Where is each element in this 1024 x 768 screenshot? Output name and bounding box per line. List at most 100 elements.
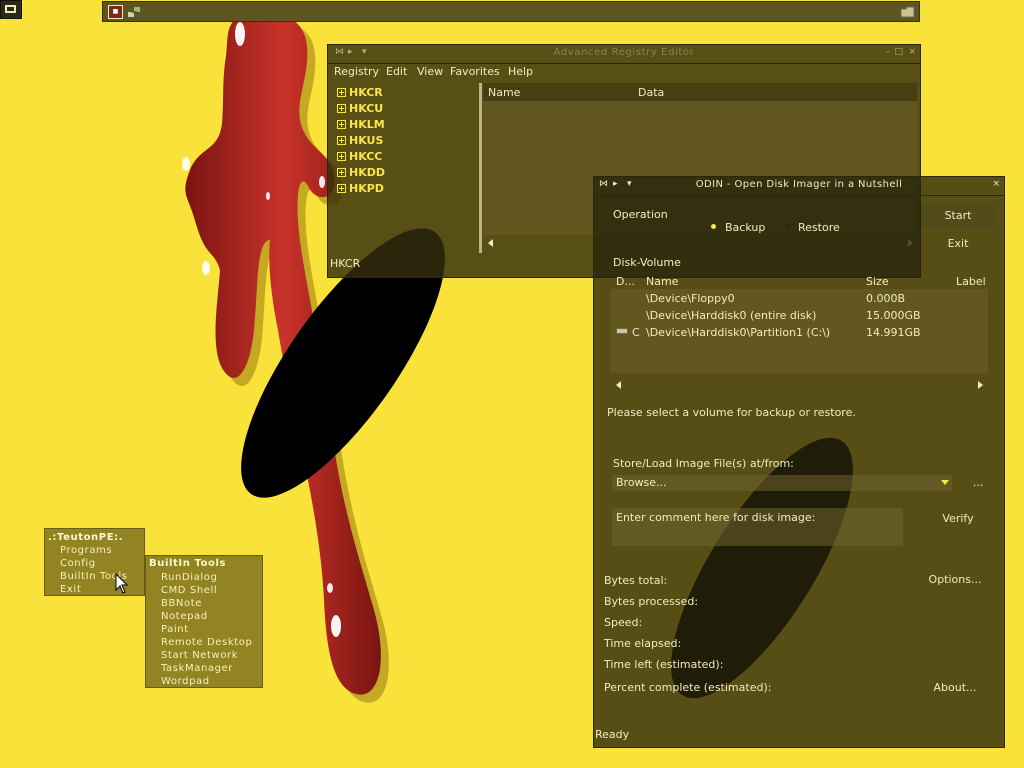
image-file-value: Browse...	[616, 476, 667, 489]
expand-icon[interactable]	[337, 152, 346, 161]
column-drive-header[interactable]: D...	[616, 275, 635, 288]
volume-size: 15.000GB	[866, 309, 921, 322]
expand-icon[interactable]	[337, 120, 346, 129]
menu-edit[interactable]: Edit	[386, 65, 407, 78]
registry-titlebar[interactable]: ⋈ ▸ ▾ Advanced Registry Editor – □ ×	[328, 45, 920, 64]
submenu-item-bbnote[interactable]: BBNote	[161, 598, 202, 609]
tree-item-hkdd[interactable]: HKDD	[337, 166, 385, 179]
submenu-item-taskmanager[interactable]: TaskManager	[161, 663, 233, 674]
scroll-left-icon[interactable]	[616, 381, 621, 389]
volume-list: D... Name Size Label \Device\Floppy0 0.0…	[610, 273, 988, 377]
folder-tray-icon[interactable]	[900, 5, 915, 19]
status-bar: Ready	[594, 725, 1004, 747]
menu-item-builtin-tools[interactable]: BuiltIn Tools	[60, 571, 142, 582]
restore-label: Restore	[798, 221, 840, 234]
scroll-right-icon[interactable]	[978, 381, 983, 389]
menu-favorites[interactable]: Favorites	[450, 65, 500, 78]
about-button[interactable]: About...	[915, 679, 995, 697]
start-button[interactable]: Start	[921, 205, 995, 227]
menu-registry[interactable]: Registry	[334, 65, 379, 78]
menu-help[interactable]: Help	[508, 65, 533, 78]
menu-view[interactable]: View	[417, 65, 443, 78]
window-title: ODIN - Open Disk Imager in a Nutshell	[695, 179, 903, 190]
radio-selected-icon	[711, 224, 716, 229]
column-label-header[interactable]: Label	[956, 275, 986, 288]
splitter[interactable]	[479, 83, 482, 253]
network-icon[interactable]	[127, 5, 142, 19]
minimize-icon[interactable]: –	[886, 47, 891, 57]
expand-icon[interactable]	[337, 104, 346, 113]
start-menu: .:TeutonPE:. Programs Config BuiltIn Too…	[44, 528, 145, 596]
tree-item-hkcu[interactable]: HKCU	[337, 102, 383, 115]
builtin-tools-submenu: BuiltIn Tools RunDialog CMD Shell BBNote…	[145, 555, 263, 688]
store-location-label: Store/Load Image File(s) at/from:	[613, 457, 794, 470]
submenu-item-notepad[interactable]: Notepad	[161, 611, 208, 622]
table-row[interactable]: \Device\Floppy0 0.000B	[610, 290, 988, 306]
odin-app-icon[interactable]: ■	[108, 5, 123, 19]
browse-dots-button[interactable]: ...	[966, 475, 990, 491]
odin-titlebar[interactable]: ⋈ ▸ ▾ ODIN - Open Disk Imager in a Nutsh…	[594, 177, 1004, 196]
volume-rows: \Device\Floppy0 0.000B \Device\Harddisk0…	[610, 289, 988, 373]
submenu-item-remote-desktop[interactable]: Remote Desktop	[161, 637, 252, 648]
bytes-processed-label: Bytes processed:	[604, 595, 699, 608]
menu-item-programs[interactable]: Programs	[60, 545, 112, 556]
tree-item-hkus[interactable]: HKUS	[337, 134, 383, 147]
radio-empty-icon	[785, 223, 792, 230]
comment-placeholder: Enter comment here for disk image:	[616, 511, 816, 524]
registry-status: HKCR	[330, 257, 361, 270]
start-menu-header: .:TeutonPE:.	[48, 532, 124, 543]
select-volume-prompt: Please select a volume for backup or res…	[607, 406, 856, 419]
percent-complete-label: Percent complete (estimated):	[604, 681, 772, 694]
maximize-icon[interactable]: □	[894, 47, 903, 57]
menu-item-exit[interactable]: Exit	[60, 584, 81, 595]
submenu-item-wordpad[interactable]: Wordpad	[161, 676, 210, 687]
column-size-header[interactable]: Size	[866, 275, 889, 288]
tree-item-hkpd[interactable]: HKPD	[337, 182, 384, 195]
operation-label: Operation	[613, 208, 668, 221]
volume-size: 14.991GB	[866, 326, 921, 339]
column-data-header[interactable]: Data	[638, 86, 664, 99]
column-name-header[interactable]: Name	[646, 275, 678, 288]
time-elapsed-label: Time elapsed:	[604, 637, 682, 650]
mouse-cursor-icon	[115, 573, 129, 594]
chevron-down-icon[interactable]	[941, 480, 949, 485]
expand-icon[interactable]	[337, 88, 346, 97]
speed-label: Speed:	[604, 616, 643, 629]
values-header: Name Data	[483, 83, 917, 101]
table-row[interactable]: \Device\Harddisk0 (entire disk) 15.000GB	[610, 307, 988, 323]
tree-item-hklm[interactable]: HKLM	[337, 118, 385, 131]
volume-name: \Device\Harddisk0\Partition1 (C:\)	[646, 326, 831, 339]
image-file-combobox[interactable]: Browse...	[612, 475, 952, 491]
disk-volume-label: Disk-Volume	[613, 256, 681, 269]
registry-tree: HKCR HKCU HKLM HKUS HKCC HKDD HKPD	[331, 83, 479, 253]
submenu-item-paint[interactable]: Paint	[161, 624, 189, 635]
submenu-item-start-network[interactable]: Start Network	[161, 650, 238, 661]
tree-item-hkcr[interactable]: HKCR	[337, 86, 383, 99]
exit-button[interactable]: Exit	[921, 234, 995, 254]
options-button[interactable]: Options...	[915, 571, 995, 589]
submenu-item-cmd-shell[interactable]: CMD Shell	[161, 585, 217, 596]
column-name-header[interactable]: Name	[488, 86, 520, 99]
show-desktop-button[interactable]	[0, 0, 22, 19]
status-text: Ready	[595, 728, 630, 741]
volume-name: \Device\Floppy0	[646, 292, 735, 305]
close-icon[interactable]: ×	[992, 179, 1000, 189]
hard-drive-icon	[616, 328, 628, 334]
volume-hscrollbar[interactable]	[610, 378, 988, 392]
submenu-header: BuiltIn Tools	[149, 558, 227, 569]
volume-drive: C	[632, 326, 640, 339]
window-title: Advanced Registry Editor	[553, 47, 695, 58]
close-icon[interactable]: ×	[908, 47, 916, 57]
verify-button[interactable]: Verify	[921, 510, 995, 528]
volume-name: \Device\Harddisk0 (entire disk)	[646, 309, 817, 322]
menu-item-config[interactable]: Config	[60, 558, 96, 569]
expand-icon[interactable]	[337, 136, 346, 145]
expand-icon[interactable]	[337, 184, 346, 193]
scroll-left-icon[interactable]	[488, 239, 493, 247]
table-row[interactable]: C \Device\Harddisk0\Partition1 (C:\) 14.…	[610, 324, 988, 340]
expand-icon[interactable]	[337, 168, 346, 177]
comment-textarea[interactable]: Enter comment here for disk image:	[612, 508, 903, 546]
submenu-item-rundialog[interactable]: RunDialog	[161, 572, 217, 583]
tree-item-hkcc[interactable]: HKCC	[337, 150, 382, 163]
backup-label: Backup	[725, 221, 766, 234]
